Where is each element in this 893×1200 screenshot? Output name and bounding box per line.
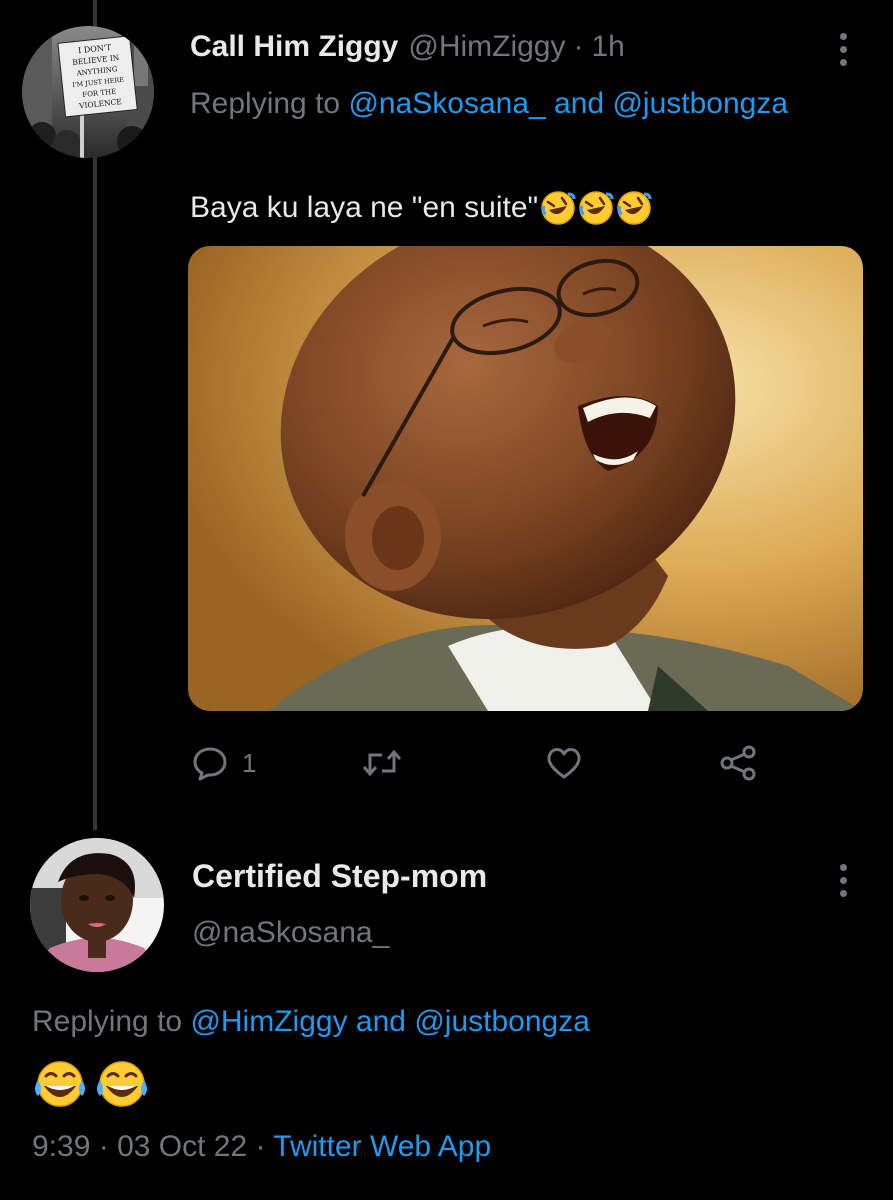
author-handle[interactable]: @HimZiggy — [408, 30, 565, 64]
tweet-time[interactable]: 9:39 — [32, 1130, 90, 1163]
avatar-certified-step-mom[interactable] — [30, 838, 164, 972]
replying-to: Replying to @HimZiggy and @justbongza — [32, 1000, 590, 1044]
meta-separator: · — [255, 1130, 266, 1163]
face-with-tears-of-joy-emoji-icon — [35, 1061, 85, 1107]
mention-himziggy[interactable]: @HimZiggy — [190, 1005, 347, 1038]
meta-separator: · — [98, 1130, 109, 1163]
tweet-metadata: 9:39 · 03 Oct 22 · Twitter Web App — [32, 1130, 491, 1164]
tweet-text: Baya ku laya ne "en suite" — [190, 186, 652, 230]
more-options-icon[interactable] — [828, 24, 858, 74]
replying-to-label: Replying to — [32, 1005, 183, 1038]
header-separator: · — [573, 30, 584, 63]
tweet-text — [32, 1058, 150, 1112]
retweet-icon — [362, 749, 402, 777]
replying-to: Replying to @naSkosana_ and @justbongza — [190, 82, 830, 126]
heart-icon — [547, 748, 581, 779]
mention-conjunction[interactable]: and — [356, 1005, 406, 1038]
tweet-header: Call Him Ziggy @HimZiggy · 1h — [190, 30, 625, 74]
tweet-text-body: Baya ku laya ne "en suite" — [190, 191, 539, 224]
rolling-on-floor-laughing-emoji-icon — [617, 191, 652, 225]
tweet-actions: 1 — [190, 738, 770, 788]
mention-justbongza[interactable]: @justbongza — [414, 1005, 590, 1038]
mention-justbongza[interactable]: @justbongza — [612, 87, 788, 120]
share-button[interactable] — [718, 738, 758, 788]
author-handle[interactable]: @naSkosana_ — [192, 916, 389, 950]
tweet-thread: I DON'T BELIEVE IN ANYTHING I'M JUST HER… — [0, 0, 893, 1200]
tweet-source-link[interactable]: Twitter Web App — [273, 1130, 491, 1163]
mention-conjunction[interactable]: and — [554, 87, 604, 120]
retweet-button[interactable] — [360, 738, 404, 788]
reply-button[interactable]: 1 — [190, 738, 256, 788]
tweet-media-image[interactable] — [188, 246, 863, 711]
like-button[interactable] — [544, 738, 584, 788]
reply-icon — [193, 747, 227, 781]
tweet-timestamp[interactable]: 1h — [592, 30, 625, 64]
avatar-call-him-ziggy[interactable]: I DON'T BELIEVE IN ANYTHING I'M JUST HER… — [22, 26, 154, 158]
author-name[interactable]: Call Him Ziggy — [190, 30, 398, 64]
face-with-tears-of-joy-emoji-icon — [97, 1061, 147, 1107]
mention-naskosana[interactable]: @naSkosana_ — [348, 87, 545, 120]
share-icon — [720, 745, 756, 781]
more-options-icon[interactable] — [828, 855, 858, 905]
rolling-on-floor-laughing-emoji-icon — [579, 191, 614, 225]
rolling-on-floor-laughing-emoji-icon — [541, 191, 576, 225]
tweet-date[interactable]: 03 Oct 22 — [117, 1130, 247, 1163]
reply-count: 1 — [242, 747, 257, 778]
replying-to-label: Replying to — [190, 87, 341, 120]
author-name[interactable]: Certified Step-mom — [192, 858, 487, 895]
